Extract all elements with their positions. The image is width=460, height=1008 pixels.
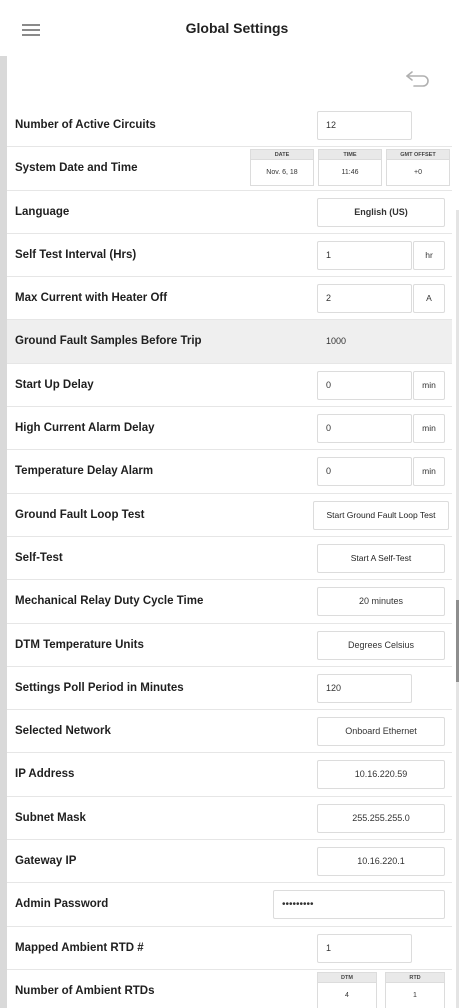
gmt-offset-value: +0 bbox=[386, 159, 450, 187]
relay-duty-select[interactable]: 20 minutes bbox=[317, 587, 445, 617]
setting-label: Mechanical Relay Duty Cycle Time bbox=[15, 595, 204, 608]
dtm-value: 4 bbox=[317, 981, 377, 1008]
setting-row-date-time: System Date and Time DATE Nov. 6, 18 TIM… bbox=[7, 147, 452, 191]
temp-delay-input[interactable]: 0 bbox=[317, 457, 412, 487]
setting-label: DTM Temperature Units bbox=[15, 638, 144, 651]
start-gf-loop-test-button[interactable]: Start Ground Fault Loop Test bbox=[313, 500, 449, 530]
network-select[interactable]: Onboard Ethernet bbox=[317, 717, 445, 747]
gf-samples-input[interactable]: 1000 bbox=[317, 327, 412, 357]
setting-label: Subnet Mask bbox=[15, 811, 86, 824]
dtm-count-field[interactable]: DTM 4 bbox=[317, 971, 377, 1008]
setting-label: Settings Poll Period in Minutes bbox=[15, 681, 184, 694]
high-current-delay-input[interactable]: 0 bbox=[317, 414, 412, 444]
unit-label: min bbox=[413, 414, 445, 444]
top-app-bar: Global Settings bbox=[0, 0, 460, 58]
setting-label: Number of Ambient RTDs bbox=[15, 984, 155, 997]
gmt-offset-field[interactable]: GMT OFFSET +0 bbox=[386, 149, 450, 188]
setting-label: Start Up Delay bbox=[15, 378, 94, 391]
setting-row-high-current-delay: High Current Alarm Delay 0 min bbox=[7, 407, 452, 451]
setting-label: Gateway IP bbox=[15, 855, 77, 868]
setting-row-gf-loop-test: Ground Fault Loop Test Start Ground Faul… bbox=[7, 493, 452, 537]
ambient-rtd-input[interactable]: 1 bbox=[317, 933, 412, 963]
unit-label: min bbox=[413, 457, 445, 487]
rtd-count-field[interactable]: RTD 1 bbox=[385, 971, 445, 1008]
setting-label: Language bbox=[15, 205, 70, 218]
setting-row-ambient-rtd: Mapped Ambient RTD # 1 bbox=[7, 926, 452, 970]
ip-address-input[interactable]: 10.16.220.59 bbox=[317, 760, 445, 790]
setting-row-gateway: Gateway IP 10.16.220.1 bbox=[7, 840, 452, 884]
setting-row-temp-delay: Temperature Delay Alarm 0 min bbox=[7, 450, 452, 494]
setting-label: Ground Fault Samples Before Trip bbox=[15, 335, 202, 348]
setting-label: Number of Active Circuits bbox=[15, 119, 156, 131]
setting-label: Mapped Ambient RTD # bbox=[15, 941, 144, 954]
setting-label: Self-Test bbox=[15, 551, 63, 564]
setting-row-active-circuits: Number of Active Circuits 12 bbox=[7, 104, 452, 148]
temp-units-select[interactable]: Degrees Celsius bbox=[317, 630, 445, 660]
time-field[interactable]: TIME 11:46 bbox=[318, 149, 382, 188]
setting-row-poll-period: Settings Poll Period in Minutes 120 bbox=[7, 666, 452, 711]
start-self-test-button[interactable]: Start A Self-Test bbox=[317, 543, 445, 573]
active-circuits-input[interactable]: 12 bbox=[317, 111, 412, 140]
setting-row-max-current: Max Current with Heater Off 2 A bbox=[7, 277, 452, 321]
date-field[interactable]: DATE Nov. 6, 18 bbox=[250, 149, 314, 188]
startup-delay-input[interactable]: 0 bbox=[317, 370, 412, 400]
setting-row-ip: IP Address 10.16.220.59 bbox=[7, 753, 452, 797]
setting-row-startup-delay: Start Up Delay 0 min bbox=[7, 363, 452, 408]
setting-label: Max Current with Heater Off bbox=[15, 292, 168, 305]
setting-label: Ground Fault Loop Test bbox=[15, 508, 145, 521]
admin-password-input[interactable]: ••••••••• bbox=[273, 890, 445, 920]
settings-list: Number of Active Circuits 12 System Date… bbox=[7, 104, 452, 1008]
poll-period-input[interactable]: 120 bbox=[317, 673, 412, 703]
left-panel-edge bbox=[0, 56, 7, 1008]
setting-row-admin-password: Admin Password ••••••••• bbox=[7, 883, 452, 927]
setting-row-num-ambient-rtds: Number of Ambient RTDs DTM 4 RTD 1 bbox=[7, 969, 452, 1008]
setting-row-language: Language English (US) bbox=[7, 190, 452, 234]
rtd-value: 1 bbox=[385, 981, 445, 1008]
setting-label: Self Test Interval (Hrs) bbox=[15, 248, 137, 261]
setting-row-subnet: Subnet Mask 255.255.255.0 bbox=[7, 796, 452, 841]
setting-label: Temperature Delay Alarm bbox=[15, 465, 154, 478]
unit-label: hr bbox=[413, 240, 445, 270]
setting-row-network: Selected Network Onboard Ethernet bbox=[7, 710, 452, 754]
time-value: 11:46 bbox=[318, 159, 382, 187]
language-select[interactable]: English (US) bbox=[317, 197, 445, 227]
setting-label: Selected Network bbox=[15, 725, 111, 738]
date-value: Nov. 6, 18 bbox=[250, 159, 314, 187]
self-test-interval-input[interactable]: 1 bbox=[317, 240, 412, 270]
subnet-mask-input[interactable]: 255.255.255.0 bbox=[317, 803, 445, 833]
gateway-ip-input[interactable]: 10.16.220.1 bbox=[317, 847, 445, 877]
unit-label: A bbox=[413, 284, 445, 314]
setting-row-temp-units: DTM Temperature Units Degrees Celsius bbox=[7, 623, 452, 667]
page-title: Global Settings bbox=[185, 20, 289, 36]
setting-label: IP Address bbox=[15, 768, 75, 781]
setting-label: Admin Password bbox=[15, 898, 109, 911]
scrollbar-thumb[interactable] bbox=[456, 600, 459, 682]
setting-row-self-test: Self-Test Start A Self-Test bbox=[7, 536, 452, 581]
setting-row-self-test-interval: Self Test Interval (Hrs) 1 hr bbox=[7, 233, 452, 278]
unit-label: min bbox=[413, 370, 445, 400]
max-current-input[interactable]: 2 bbox=[317, 284, 412, 314]
back-arrow-icon[interactable] bbox=[402, 68, 432, 90]
setting-label: High Current Alarm Delay bbox=[15, 422, 155, 435]
setting-label: System Date and Time bbox=[15, 162, 138, 175]
setting-row-gf-samples: Ground Fault Samples Before Trip 1000 bbox=[7, 320, 452, 364]
setting-row-relay-duty: Mechanical Relay Duty Cycle Time 20 minu… bbox=[7, 580, 452, 624]
